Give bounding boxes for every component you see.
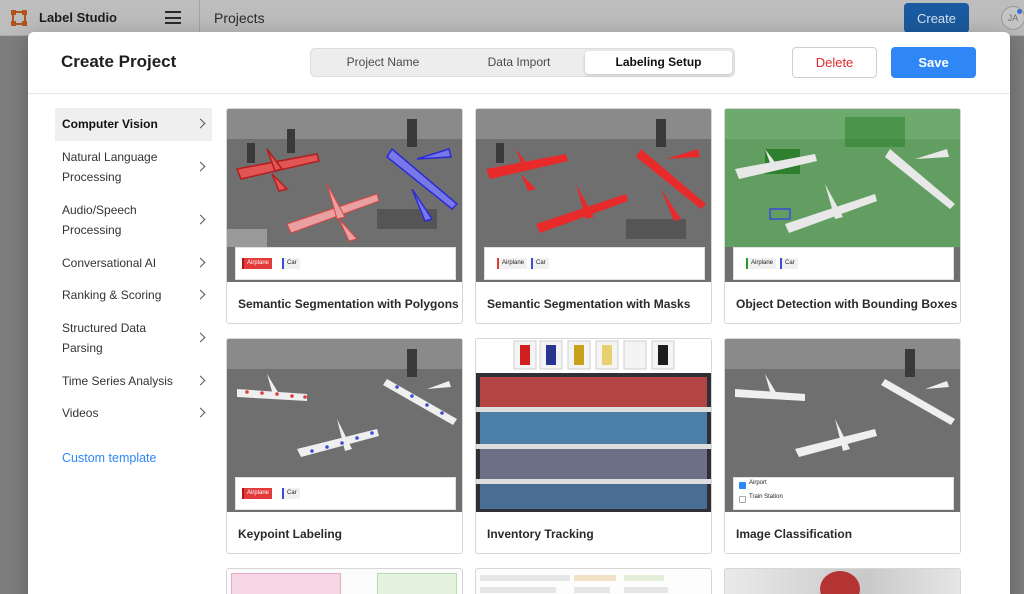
chevron-right-icon	[195, 118, 206, 129]
template-card-partial[interactable]	[475, 568, 712, 594]
template-card-semantic-segmentation-masks[interactable]: Airplane Car Semantic Segmentation with …	[475, 108, 712, 324]
category-videos[interactable]: Videos	[55, 397, 212, 430]
thumbnail-line	[624, 575, 664, 581]
category-label: Conversational AI	[62, 255, 157, 270]
category-label: Structured Data Parsing	[62, 320, 147, 356]
thumbnail-line	[574, 587, 610, 593]
label-bar: Airplane Car	[484, 247, 705, 280]
category-structured-data[interactable]: Structured Data Parsing	[55, 312, 212, 365]
template-card-object-detection[interactable]: Airplane Car Object Detection with Bound…	[724, 108, 961, 324]
app-name: Label Studio	[39, 10, 117, 25]
template-title: Image Classification	[736, 527, 853, 541]
template-thumbnail: Airplane Car	[725, 109, 960, 282]
modal-header: Create Project Project Name Data Import …	[28, 32, 1010, 94]
thumbnail-block	[377, 573, 457, 594]
notification-dot	[1017, 9, 1022, 14]
category-label: Time Series Analysis	[62, 373, 173, 388]
modal-title: Create Project	[61, 52, 177, 71]
template-thumbnail: Airplane Car	[476, 109, 711, 282]
chevron-right-icon	[195, 407, 206, 418]
chevron-right-icon	[195, 161, 206, 172]
thumbnail-line	[624, 587, 668, 593]
template-category-list: Computer Vision Natural Language Process…	[55, 108, 213, 430]
template-thumbnail	[476, 569, 711, 594]
checkbox-checked-icon	[739, 482, 746, 489]
breadcrumb[interactable]: Projects	[214, 10, 265, 26]
category-label: Audio/Speech Processing	[62, 202, 137, 238]
avatar-initials: JA	[1007, 13, 1019, 23]
label-chip: Airplane	[497, 258, 528, 269]
label-chip: Airplane	[242, 488, 273, 499]
template-title: Object Detection with Bounding Boxes	[736, 297, 958, 311]
template-thumbnail	[476, 339, 711, 512]
template-title: Semantic Segmentation with Polygons	[238, 297, 459, 311]
create-project-modal: Create Project Project Name Data Import …	[28, 32, 1010, 594]
category-label: Computer Vision	[62, 117, 158, 131]
tab-labeling-setup[interactable]: Labeling Setup	[585, 51, 732, 74]
store-shelf-image	[476, 339, 711, 512]
label-bar: Airplane Car	[235, 247, 456, 280]
checkbox-empty-icon	[739, 496, 746, 503]
category-label: Natural Language Processing	[62, 149, 158, 185]
template-card-partial[interactable]	[724, 568, 961, 594]
label-bar: Airplane Car	[733, 247, 954, 280]
template-thumbnail	[227, 569, 462, 594]
tab-data-import[interactable]: Data Import	[453, 51, 585, 74]
thumbnail-line	[480, 587, 556, 593]
template-title: Semantic Segmentation with Masks	[487, 297, 691, 311]
thumbnail-block	[231, 573, 341, 594]
category-computer-vision[interactable]: Computer Vision	[55, 108, 212, 141]
template-card-semantic-segmentation-polygons[interactable]: Airplane Car Semantic Segmentation with …	[226, 108, 463, 324]
category-conversational-ai[interactable]: Conversational AI	[55, 247, 212, 280]
create-project-button[interactable]: Create	[904, 3, 969, 33]
thumbnail-object	[820, 571, 860, 594]
category-ranking-scoring[interactable]: Ranking & Scoring	[55, 279, 212, 312]
tab-project-name[interactable]: Project Name	[313, 51, 453, 74]
template-card-partial[interactable]	[226, 568, 463, 594]
category-time-series[interactable]: Time Series Analysis	[55, 365, 212, 398]
template-title: Keypoint Labeling	[238, 527, 343, 541]
app-top-bar: Label Studio Projects Create JA	[0, 0, 1024, 36]
category-audio-speech[interactable]: Audio/Speech Processing	[55, 194, 212, 247]
template-thumbnail: Airplane Car	[227, 339, 462, 512]
label-bar: Airplane Car	[235, 477, 456, 510]
template-thumbnail: Airport Train Station	[725, 339, 960, 512]
label-chip: Car	[282, 488, 300, 499]
template-card-inventory-tracking[interactable]: Inventory Tracking	[475, 338, 712, 554]
chevron-right-icon	[195, 375, 206, 386]
thumbnail-line	[480, 575, 570, 581]
label-studio-logo-icon	[11, 10, 27, 26]
topbar-divider	[199, 0, 200, 36]
category-label: Ranking & Scoring	[62, 288, 162, 302]
label-chip: Car	[531, 258, 549, 269]
label-chip: Airplane	[242, 258, 273, 269]
label-chip: Car	[282, 258, 300, 269]
custom-template-link[interactable]: Custom template	[62, 451, 156, 465]
template-thumbnail	[725, 569, 960, 594]
thumbnail-line	[574, 575, 616, 581]
delete-button[interactable]: Delete	[792, 47, 877, 78]
category-label: Videos	[62, 406, 99, 420]
chevron-right-icon	[195, 214, 206, 225]
template-card-image-classification[interactable]: Airport Train Station Image Classificati…	[724, 338, 961, 554]
template-thumbnail: Airplane Car	[227, 109, 462, 282]
chevron-right-icon	[195, 289, 206, 300]
chevron-right-icon	[195, 257, 206, 268]
template-card-keypoint-labeling[interactable]: Airplane Car Keypoint Labeling	[226, 338, 463, 554]
label-chip: Airplane	[746, 258, 777, 269]
label-chip: Car	[780, 258, 798, 269]
chevron-right-icon	[195, 332, 206, 343]
save-button[interactable]: Save	[891, 47, 976, 78]
step-tabs: Project Name Data Import Labeling Setup	[310, 48, 735, 77]
avatar[interactable]: JA	[1001, 6, 1024, 30]
choice-label: Train Station	[749, 494, 783, 500]
category-nlp[interactable]: Natural Language Processing	[55, 141, 212, 194]
template-title: Inventory Tracking	[487, 527, 594, 541]
menu-icon[interactable]	[165, 11, 181, 24]
choice-label: Airport	[749, 480, 767, 486]
choices-panel: Airport Train Station	[733, 477, 954, 510]
